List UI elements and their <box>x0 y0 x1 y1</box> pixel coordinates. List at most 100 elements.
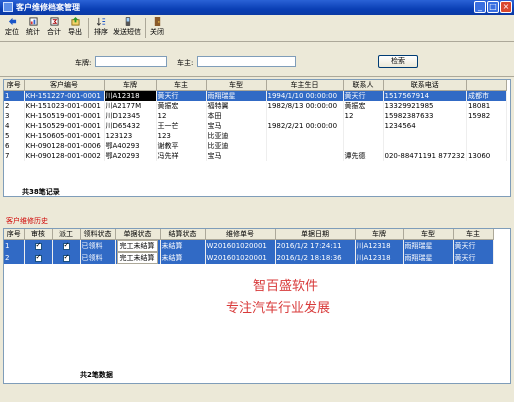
table-row[interactable]: 3 KH-150519-001-0001 川D12345 12 本田 12 15982387… <box>4 111 507 121</box>
table-cell: 123 <box>156 131 207 141</box>
customer-grid[interactable]: 序号 客户编号 车牌 车主 车型 车主生日 联系人 联系电话 1 KH-151227-001-0… <box>3 79 511 197</box>
export-button[interactable]: 导出 <box>66 16 84 40</box>
table-cell: 王一芒 <box>156 121 207 131</box>
dispatch-checkbox-cell <box>52 252 81 264</box>
app-icon <box>3 2 13 12</box>
table-row[interactable]: 1 KH-151227-001-0001 川A12318 黄天行 雨翔瑞星 1994/1/… <box>4 90 507 101</box>
table-cell: 123123 <box>104 131 157 141</box>
column-header[interactable]: 车主 <box>156 80 207 91</box>
column-header[interactable]: 车主 <box>453 229 494 240</box>
column-header[interactable]: 联系人 <box>343 80 384 91</box>
table-cell: KH-090128-001-0006 <box>24 141 105 151</box>
table-cell: 川A12318 <box>355 239 404 252</box>
owner-label: 车主: <box>177 59 194 67</box>
dispatch-checkbox[interactable] <box>62 241 70 250</box>
table-cell: 比亚迪 <box>206 131 267 141</box>
locate-icon <box>8 17 16 26</box>
close-button[interactable]: 关闭 <box>148 16 166 40</box>
table-cell: 7 <box>4 151 25 161</box>
table-cell: 1517567914 <box>383 90 467 101</box>
column-header[interactable]: 审核 <box>24 229 53 240</box>
table-cell: 比亚迪 <box>206 141 267 151</box>
sort-icon <box>96 17 105 26</box>
table-cell: 2016/1/2 18:18:36 <box>275 252 356 264</box>
column-header[interactable]: 单据日期 <box>275 229 356 240</box>
column-header[interactable]: 序号 <box>4 80 25 91</box>
audit-checkbox-cell <box>24 252 53 264</box>
table-row[interactable]: 7 KH-090128-001-0002 鄂A20293 冯先祥 宝马 谭先德 020-88… <box>4 151 507 161</box>
column-header[interactable]: 单据状态 <box>115 229 161 240</box>
dispatch-checkbox[interactable] <box>62 253 70 262</box>
minimize-button[interactable]: _ <box>474 1 486 13</box>
column-header[interactable]: 车牌 <box>355 229 404 240</box>
column-header[interactable]: 派工 <box>52 229 81 240</box>
column-header[interactable]: 联系电话 <box>383 80 467 91</box>
table-cell: KH-151227-001-0001 <box>24 90 105 101</box>
column-header[interactable]: 车主生日 <box>266 80 344 91</box>
table-cell: W201601020001 <box>205 239 276 252</box>
table-cell: 川D12345 <box>104 111 157 121</box>
locate-button[interactable]: 定位 <box>3 16 21 40</box>
table-cell <box>343 121 384 131</box>
column-header[interactable]: 结算状态 <box>160 229 206 240</box>
table-cell: W201601020001 <box>205 252 276 264</box>
table-cell: 黄天行 <box>453 252 494 264</box>
history-table: 序号审核派工领料状态单据状态结算状态维修单号单据日期车牌车型车主 1已领料完工未… <box>4 229 494 264</box>
column-header[interactable]: 车型 <box>206 80 267 91</box>
table-row[interactable]: 4 KH-150529-001-0001 川D65432 王一芒 宝马 1982/2/21… <box>4 121 507 131</box>
sort-button[interactable]: 排序 <box>92 16 110 40</box>
table-row[interactable]: 2 KH-151023-001-0001 川A2177M 黄振宏 福特翼 1982/8/1… <box>4 101 507 111</box>
stats-button[interactable]: 统计 <box>24 16 42 40</box>
send-sms-button[interactable]: 发送短信 <box>112 16 142 40</box>
table-cell: 福特翼 <box>206 101 267 111</box>
column-header[interactable]: 车牌 <box>104 80 157 91</box>
table-cell: 完工未结算 <box>115 252 161 264</box>
column-header[interactable]: 车型 <box>403 229 454 240</box>
column-header[interactable]: 序号 <box>4 229 25 240</box>
plate-label: 车牌: <box>75 59 92 67</box>
toolbar: 定位 统计 合计 导出 排序 发送短信 关闭 <box>0 15 514 42</box>
table-cell: KH-090128-001-0002 <box>24 151 105 161</box>
search-panel: 车牌: 车主: 检索 <box>0 42 514 77</box>
column-header[interactable]: 客户编号 <box>24 80 105 91</box>
table-cell: 5 <box>4 131 25 141</box>
search-button[interactable]: 检索 <box>378 55 418 68</box>
audit-checkbox[interactable] <box>34 241 42 250</box>
table-cell: 谭先德 <box>343 151 384 161</box>
table-cell <box>266 131 344 141</box>
table-row[interactable]: 2 已领料 完工未结算未结算W2016010200012016/1/2 18:18:… <box>4 252 494 264</box>
table-row[interactable]: 1 已领料 完工未结算未结算W2016010200012016/1/2 17:24:… <box>4 239 494 252</box>
table-cell: 川A12318 <box>355 252 404 264</box>
table-cell: 2 <box>4 252 25 264</box>
table-cell: 雨翔瑞星 <box>403 239 454 252</box>
table-cell: 020-88471191 877232 <box>383 151 467 161</box>
table-cell <box>266 141 344 151</box>
plate-input[interactable] <box>95 56 167 67</box>
column-header[interactable]: 维修单号 <box>205 229 276 240</box>
table-cell <box>466 141 507 151</box>
table-row[interactable]: 5 KH-150605-001-0001 123123 123 比亚迪 <box>4 131 507 141</box>
sum-button[interactable]: 合计 <box>45 16 63 40</box>
table-row[interactable]: 6 KH-090128-001-0006 鄂A40293 谢教平 比亚迪 <box>4 141 507 151</box>
maximize-button[interactable]: □ <box>487 1 499 13</box>
table-cell: 已领料 <box>80 252 116 264</box>
title-bar: 客户维修档案管理 _ □ × <box>0 0 514 15</box>
table-cell <box>266 151 344 161</box>
material-status: 已领料 <box>81 254 103 262</box>
owner-input[interactable] <box>197 56 296 67</box>
column-header[interactable]: 领料状态 <box>80 229 116 240</box>
table-cell: 2016/1/2 17:24:11 <box>275 239 356 252</box>
table-cell: 雨翔瑞星 <box>403 252 454 264</box>
column-header[interactable] <box>466 80 507 91</box>
table-cell: 未结算 <box>160 239 206 252</box>
table-cell: 黄振宏 <box>343 101 384 111</box>
table-cell: 完工未结算 <box>115 239 161 252</box>
audit-checkbox[interactable] <box>34 253 42 262</box>
table-cell: KH-151023-001-0001 <box>24 101 105 111</box>
sum-icon <box>49 17 59 26</box>
table-cell: 宝马 <box>206 151 267 161</box>
close-window-button[interactable]: × <box>500 1 512 13</box>
table-cell: 鄂A20293 <box>104 151 157 161</box>
material-status: 已领料 <box>81 242 103 250</box>
table-cell: 未结算 <box>160 252 206 264</box>
